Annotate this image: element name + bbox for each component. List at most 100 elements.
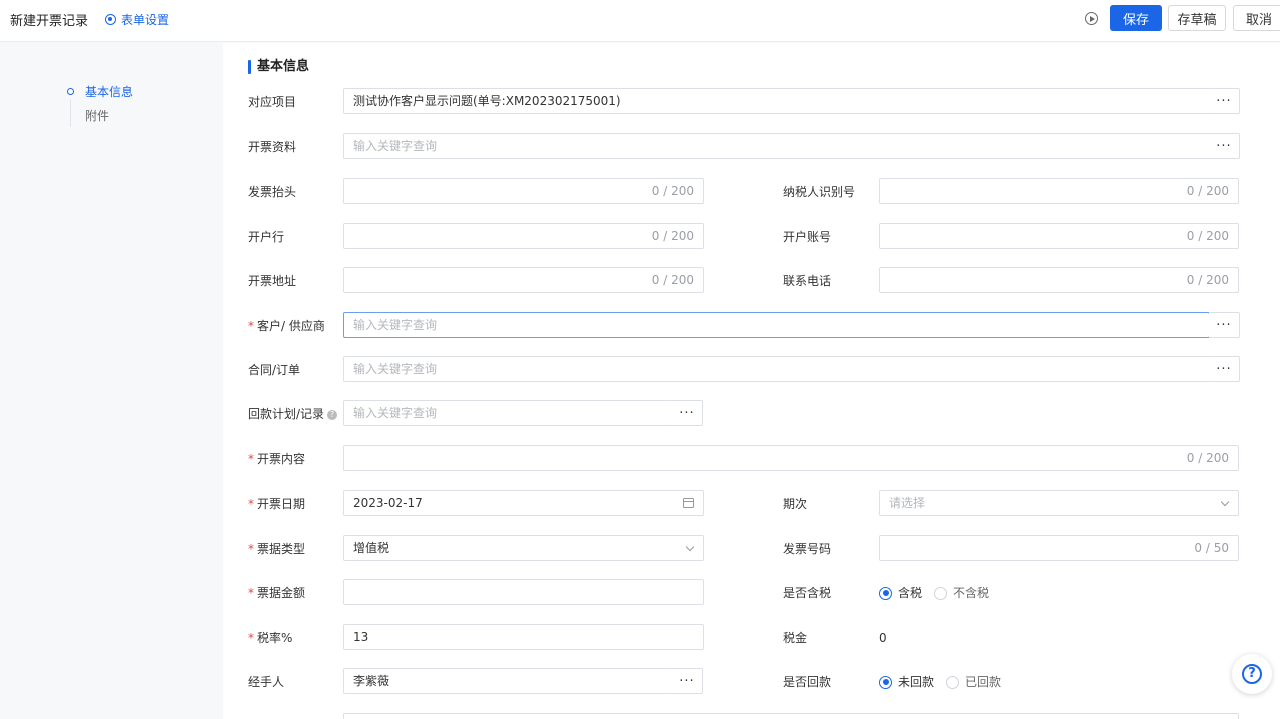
handler-input[interactable]: 李紫薇 bbox=[343, 668, 673, 694]
contract-placeholder: 输入关键字查询 bbox=[353, 362, 438, 376]
tax-rate-input[interactable]: 13 bbox=[343, 624, 704, 650]
address-input[interactable]: 0 / 200 bbox=[343, 267, 704, 293]
nav-item-label: 附件 bbox=[85, 109, 110, 123]
char-counter: 0 / 200 bbox=[1186, 184, 1229, 198]
required-mark: * bbox=[248, 452, 254, 466]
paid-back-radio-group: 未回款 已回款 bbox=[879, 670, 1013, 694]
char-counter: 0 / 50 bbox=[1194, 541, 1229, 555]
taxpayer-id-label: 纳税人识别号 bbox=[783, 185, 856, 199]
invoice-info-label: 开票资料 bbox=[248, 140, 297, 154]
gear-icon bbox=[105, 14, 116, 25]
customer-label: * 客户/ 供应商 bbox=[248, 319, 325, 333]
radio-paid[interactable]: 已回款 bbox=[946, 670, 1001, 694]
required-mark: * bbox=[248, 542, 254, 556]
period-placeholder: 请选择 bbox=[889, 496, 926, 510]
chevron-down-icon bbox=[685, 542, 695, 552]
payment-plan-placeholder: 输入关键字查询 bbox=[353, 406, 438, 420]
paid-back-label: 是否回款 bbox=[783, 675, 832, 689]
top-bar: 新建开票记录 表单设置 保存 存草稿 取消 bbox=[0, 0, 1280, 42]
radio-tax-excluded[interactable]: 不含税 bbox=[934, 581, 989, 605]
chevron-down-icon bbox=[1220, 497, 1230, 507]
page-title: 新建开票记录 bbox=[10, 14, 89, 29]
char-counter: 0 / 200 bbox=[651, 273, 694, 287]
invoice-no-label: 发票号码 bbox=[783, 542, 832, 556]
char-counter: 0 / 200 bbox=[651, 229, 694, 243]
invoice-info-input[interactable]: 输入关键字查询 bbox=[343, 133, 1210, 159]
content-input[interactable]: 0 / 200 bbox=[343, 445, 1239, 471]
phone-input[interactable]: 0 / 200 bbox=[879, 267, 1239, 293]
contract-label: 合同/订单 bbox=[248, 363, 301, 377]
play-icon[interactable] bbox=[1085, 12, 1098, 25]
cancel-button[interactable]: 取消 bbox=[1233, 5, 1280, 31]
ticket-type-value: 增值税 bbox=[353, 541, 390, 555]
help-icon[interactable]: ? bbox=[327, 410, 338, 420]
form-settings-link[interactable]: 表单设置 bbox=[105, 11, 169, 28]
phone-label: 联系电话 bbox=[783, 274, 832, 288]
invoice-info-picker-button[interactable]: ··· bbox=[1209, 133, 1240, 159]
radio-icon bbox=[946, 675, 960, 689]
question-icon: ? bbox=[1242, 664, 1262, 684]
form-panel: 基本信息 对应项目 测试协作客户显示问题(单号:XM202302175001) … bbox=[223, 43, 1280, 719]
save-draft-button[interactable]: 存草稿 bbox=[1168, 5, 1226, 31]
nav-item-attachments[interactable]: 附件 bbox=[60, 108, 133, 132]
nav-dot-icon bbox=[67, 88, 74, 95]
char-counter: 0 / 200 bbox=[1186, 273, 1229, 287]
required-mark: * bbox=[248, 319, 254, 333]
section-title: 基本信息 bbox=[248, 59, 309, 75]
date-value: 2023-02-17 bbox=[353, 496, 423, 510]
contract-picker-button[interactable]: ··· bbox=[1209, 356, 1240, 382]
amount-input[interactable] bbox=[343, 579, 704, 605]
char-counter: 0 / 200 bbox=[1186, 229, 1229, 243]
invoice-info-placeholder: 输入关键字查询 bbox=[353, 139, 438, 153]
radio-not-paid[interactable]: 未回款 bbox=[879, 670, 934, 694]
bank-input[interactable]: 0 / 200 bbox=[343, 223, 704, 249]
handler-picker-button[interactable]: ··· bbox=[672, 668, 703, 694]
next-row-input[interactable] bbox=[343, 713, 1239, 719]
tax-included-radio-group: 含税 不含税 bbox=[879, 581, 1001, 605]
handler-label: 经手人 bbox=[248, 675, 285, 689]
required-mark: * bbox=[248, 586, 254, 600]
customer-placeholder: 输入关键字查询 bbox=[353, 318, 438, 332]
taxpayer-id-input[interactable]: 0 / 200 bbox=[879, 178, 1239, 204]
nav-item-label: 基本信息 bbox=[85, 85, 134, 99]
period-select[interactable]: 请选择 bbox=[879, 490, 1239, 516]
section-nav: 基本信息 附件 bbox=[60, 84, 133, 132]
radio-icon bbox=[934, 586, 948, 600]
date-label: * 开票日期 bbox=[248, 497, 306, 511]
required-mark: * bbox=[248, 631, 254, 645]
handler-value: 李紫薇 bbox=[353, 674, 390, 688]
project-input[interactable]: 测试协作客户显示问题(单号:XM202302175001) bbox=[343, 88, 1210, 114]
project-picker-button[interactable]: ··· bbox=[1209, 88, 1240, 114]
project-value: 测试协作客户显示问题(单号:XM202302175001) bbox=[353, 94, 621, 108]
customer-picker-button[interactable]: ··· bbox=[1209, 312, 1240, 338]
payment-plan-input[interactable]: 输入关键字查询 bbox=[343, 400, 673, 426]
contract-input[interactable]: 输入关键字查询 bbox=[343, 356, 1210, 382]
tax-value: 0 bbox=[879, 631, 887, 645]
amount-label: * 票据金额 bbox=[248, 586, 306, 600]
tax-label: 税金 bbox=[783, 631, 808, 645]
account-input[interactable]: 0 / 200 bbox=[879, 223, 1239, 249]
period-label: 期次 bbox=[783, 497, 808, 511]
nav-item-basic-info[interactable]: 基本信息 bbox=[60, 84, 133, 108]
account-label: 开户账号 bbox=[783, 230, 832, 244]
invoice-header-label: 发票抬头 bbox=[248, 185, 297, 199]
required-mark: * bbox=[248, 497, 254, 511]
ticket-type-label: * 票据类型 bbox=[248, 542, 306, 556]
invoice-header-input[interactable]: 0 / 200 bbox=[343, 178, 704, 204]
payment-plan-picker-button[interactable]: ··· bbox=[672, 400, 703, 426]
payment-plan-label: 回款计划/记录? bbox=[248, 402, 338, 426]
form-settings-label: 表单设置 bbox=[121, 13, 170, 27]
content-label: * 开票内容 bbox=[248, 452, 306, 466]
customer-input[interactable]: 输入关键字查询 bbox=[343, 312, 1210, 338]
radio-icon bbox=[879, 675, 892, 689]
date-picker[interactable]: 2023-02-17 bbox=[343, 490, 704, 516]
radio-tax-included[interactable]: 含税 bbox=[879, 581, 922, 605]
calendar-icon bbox=[683, 498, 694, 508]
save-button[interactable]: 保存 bbox=[1110, 5, 1162, 31]
ticket-type-select[interactable]: 增值税 bbox=[343, 535, 704, 561]
bank-label: 开户行 bbox=[248, 230, 285, 244]
invoice-no-input[interactable]: 0 / 50 bbox=[879, 535, 1239, 561]
radio-icon bbox=[879, 586, 892, 600]
tax-included-label: 是否含税 bbox=[783, 586, 832, 600]
help-button[interactable]: ? bbox=[1232, 654, 1272, 694]
